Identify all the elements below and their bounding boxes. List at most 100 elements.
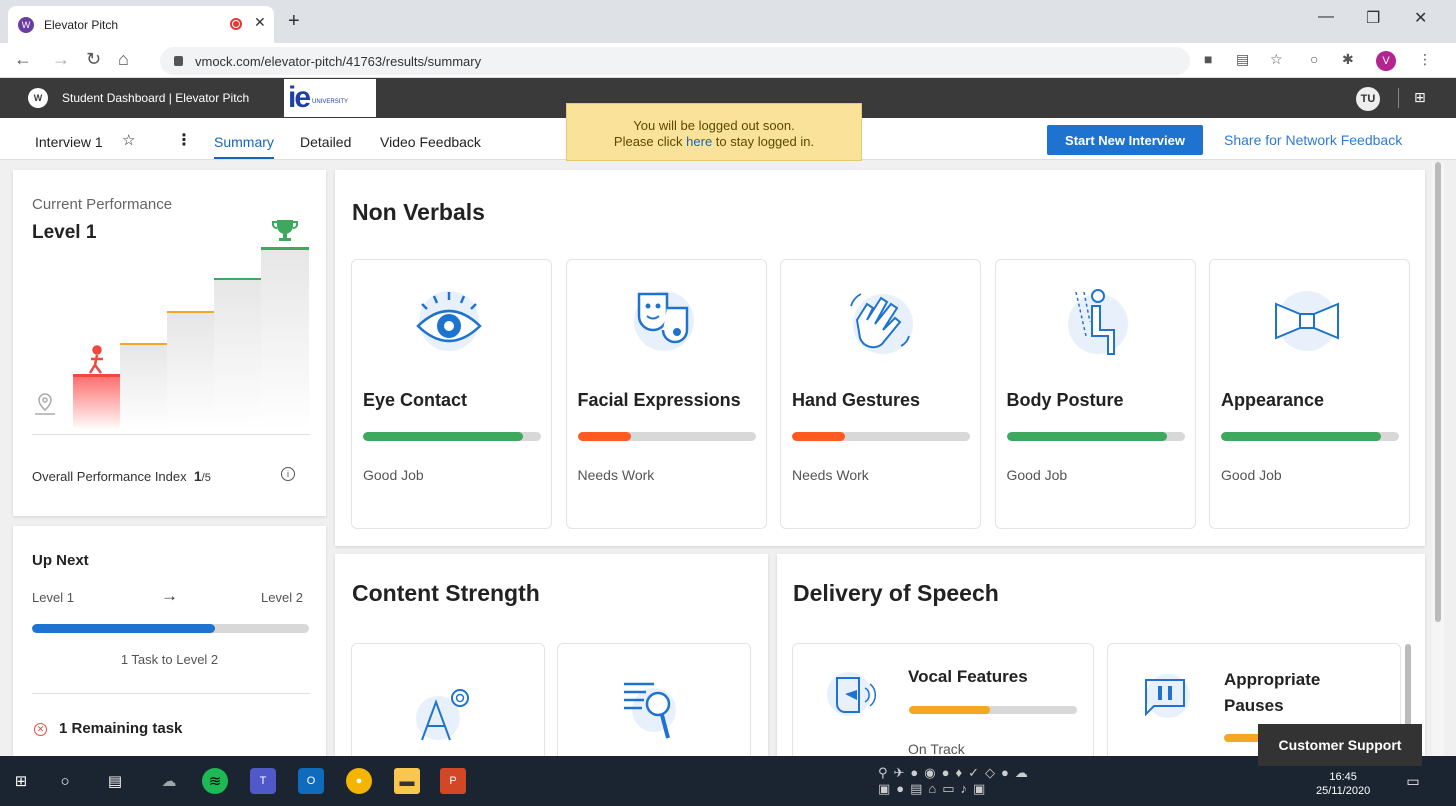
extension-circle-icon[interactable]: ○ bbox=[1310, 51, 1318, 67]
non-verbal-title: Body Posture bbox=[1006, 390, 1124, 410]
non-verbals-section: Non Verbals Eye Contact Good Job Facial … bbox=[335, 170, 1425, 546]
back-icon[interactable]: ← bbox=[14, 49, 32, 70]
non-verbal-title: Appearance bbox=[1221, 390, 1325, 410]
non-verbals-title: Non Verbals bbox=[352, 199, 485, 225]
outlook-icon[interactable]: O bbox=[298, 768, 324, 794]
minimize-icon[interactable]: — bbox=[1318, 8, 1334, 26]
step-level-5 bbox=[261, 248, 309, 430]
powerpoint-icon[interactable]: P bbox=[440, 768, 466, 794]
info-icon[interactable]: i bbox=[281, 467, 295, 481]
notifications-icon[interactable]: ▭ bbox=[1400, 768, 1426, 794]
divider bbox=[32, 693, 310, 694]
tab-video-feedback[interactable]: Video Feedback bbox=[380, 134, 481, 150]
level-progress-bar bbox=[32, 624, 309, 633]
content-item-card[interactable] bbox=[557, 643, 751, 773]
remaining-task-x-icon: ✕ bbox=[34, 723, 47, 736]
non-verbal-card-appearance[interactable]: Appearance Good Job bbox=[1209, 259, 1410, 529]
teams-icon[interactable]: T bbox=[250, 768, 276, 794]
system-clock[interactable]: 16:45 25/11/2020 bbox=[1316, 770, 1370, 798]
share-feedback-link[interactable]: Share for Network Feedback bbox=[1224, 132, 1402, 148]
address-bar: ← → ↻ ⌂ vmock.com/elevator-pitch/41763/r… bbox=[0, 43, 1456, 78]
tasks-to-next-level: 1 Task to Level 2 bbox=[120, 652, 219, 667]
vmock-logo-icon[interactable]: W bbox=[28, 88, 48, 108]
windows-taskbar: ⊞ ○ ▤ ☁ ≋ T O ● ▬ P ⚲✈●◉●♦✓◇●☁▣●▤⌂▭♪▣ 16… bbox=[0, 756, 1456, 806]
content-strength-title: Content Strength bbox=[352, 580, 540, 606]
non-verbal-card-facial-expressions[interactable]: Facial Expressions Needs Work bbox=[565, 259, 767, 529]
arrow-right-icon: → bbox=[161, 586, 178, 605]
browser-tab-bar: W Elevator Pitch ✕ + — ❐ ✕ bbox=[0, 0, 1456, 43]
bookmark-star-icon[interactable]: ☆ bbox=[1270, 51, 1283, 68]
search-text-icon bbox=[624, 682, 676, 739]
vmock-favicon-icon: W bbox=[18, 16, 34, 33]
vocal-features-icon bbox=[827, 672, 877, 716]
step-level-4 bbox=[214, 279, 261, 430]
close-window-icon[interactable]: ✕ bbox=[1414, 8, 1427, 28]
file-explorer-icon[interactable]: ▬ bbox=[394, 768, 420, 794]
favorite-star-icon[interactable]: ☆ bbox=[122, 131, 135, 149]
vocal-features-title: Vocal Features bbox=[908, 667, 1028, 686]
task-view-icon[interactable]: ▤ bbox=[102, 768, 128, 794]
url-input[interactable]: vmock.com/elevator-pitch/41763/results/s… bbox=[160, 47, 1190, 75]
ie-university-logo: ie UNIVERSITY bbox=[284, 79, 376, 117]
level-staircase bbox=[35, 220, 309, 430]
stay-logged-in-link[interactable]: here bbox=[686, 134, 712, 149]
non-verbal-status: Good Job bbox=[363, 467, 424, 483]
camera-icon[interactable]: ■ bbox=[1204, 51, 1212, 67]
windows-start-icon[interactable]: ⊞ bbox=[8, 768, 34, 794]
reload-icon[interactable]: ↻ bbox=[86, 49, 101, 70]
app-title: Student Dashboard | Elevator Pitch bbox=[62, 91, 250, 105]
non-verbal-status: Needs Work bbox=[792, 467, 869, 483]
logout-notice: You will be logged out soon. Please clic… bbox=[566, 103, 862, 161]
apps-grid-icon[interactable]: ⊞ bbox=[1414, 89, 1426, 106]
trophy-icon bbox=[272, 220, 298, 241]
performance-index: Overall Performance Index 1/5 bbox=[32, 468, 211, 484]
tab-detailed[interactable]: Detailed bbox=[300, 134, 351, 150]
vocal-features-status: On Track bbox=[908, 741, 965, 757]
content-strength-section: Content Strength bbox=[335, 554, 768, 773]
step-level-1 bbox=[73, 375, 120, 430]
app-icon[interactable]: ☁ bbox=[156, 768, 182, 794]
vocal-features-card[interactable]: Vocal Features On Track bbox=[792, 643, 1094, 773]
user-avatar[interactable]: TU bbox=[1356, 87, 1380, 111]
page-scrollbar[interactable] bbox=[1432, 162, 1444, 756]
customer-support-button[interactable]: Customer Support bbox=[1258, 724, 1422, 766]
non-verbal-card-eye-contact[interactable]: Eye Contact Good Job bbox=[351, 259, 552, 529]
step-level-3 bbox=[167, 312, 214, 430]
remaining-task[interactable]: 1 Remaining task bbox=[59, 720, 182, 737]
to-level: Level 2 bbox=[261, 590, 303, 605]
vocabulary-icon bbox=[416, 689, 469, 741]
extensions-puzzle-icon[interactable]: ✱ bbox=[1342, 51, 1354, 68]
non-verbal-progress-bar bbox=[1006, 432, 1185, 441]
browser-tab[interactable]: W Elevator Pitch ✕ bbox=[8, 6, 274, 43]
search-icon[interactable]: ○ bbox=[52, 768, 78, 794]
forward-icon[interactable]: → bbox=[52, 49, 70, 70]
appearance-icon bbox=[1275, 291, 1339, 351]
pause-icon bbox=[1145, 674, 1190, 718]
start-new-interview-button[interactable]: Start New Interview bbox=[1047, 125, 1203, 155]
facial-expression-icon bbox=[633, 291, 694, 351]
step-level-2 bbox=[120, 344, 167, 430]
chrome-icon[interactable]: ● bbox=[346, 768, 372, 794]
interview-name[interactable]: Interview 1 bbox=[35, 134, 103, 150]
profile-avatar[interactable]: V bbox=[1376, 51, 1396, 71]
home-icon[interactable]: ⌂ bbox=[118, 49, 129, 70]
notice-line-2: Please click here to stay logged in. bbox=[613, 134, 815, 149]
content-item-card[interactable] bbox=[351, 643, 545, 773]
notice-line-1: You will be logged out soon. bbox=[633, 118, 795, 133]
tab-title: Elevator Pitch bbox=[44, 17, 119, 32]
divider bbox=[32, 434, 310, 435]
walking-person-icon bbox=[88, 345, 103, 374]
more-options-icon[interactable]: ⋮ bbox=[176, 130, 192, 150]
new-tab-button[interactable]: + bbox=[288, 10, 300, 33]
non-verbal-card-hand-gestures[interactable]: Hand Gestures Needs Work bbox=[780, 259, 981, 529]
translate-icon[interactable]: ▤ bbox=[1236, 51, 1249, 68]
close-tab-icon[interactable]: ✕ bbox=[254, 14, 266, 31]
non-verbal-title: Hand Gestures bbox=[792, 390, 921, 410]
up-next-title: Up Next bbox=[32, 552, 89, 569]
restore-icon[interactable]: ❐ bbox=[1366, 8, 1380, 28]
browser-menu-icon[interactable]: ⋮ bbox=[1418, 51, 1432, 68]
non-verbal-card-body-posture[interactable]: Body Posture Good Job bbox=[994, 259, 1196, 529]
tab-summary[interactable]: Summary bbox=[214, 134, 274, 159]
system-tray-icons[interactable]: ⚲✈●◉●♦✓◇●☁▣●▤⌂▭♪▣ bbox=[878, 765, 1098, 796]
spotify-icon[interactable]: ≋ bbox=[202, 768, 228, 794]
